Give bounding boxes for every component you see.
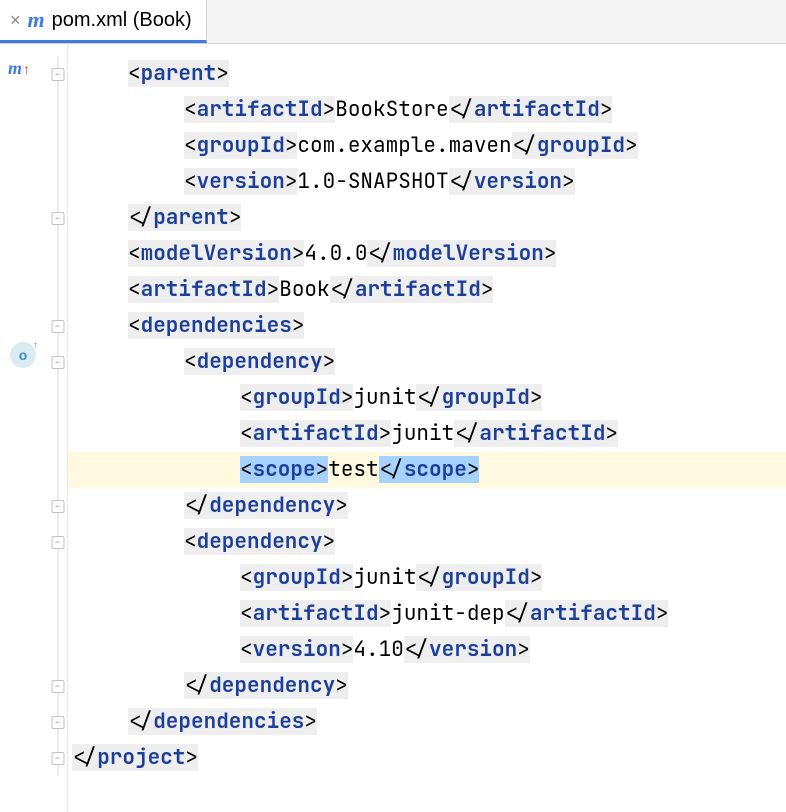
code-line[interactable]: <dependencies> (68, 308, 786, 344)
tab-bar: × m pom.xml (Book) (0, 0, 786, 44)
fold-toggle[interactable]: − (51, 536, 64, 549)
code-line[interactable]: <groupId>junit</groupId> (68, 560, 786, 596)
fold-toggle[interactable]: − (51, 320, 64, 333)
code-line[interactable]: <groupId>junit</groupId> (68, 380, 786, 416)
fold-toggle[interactable]: − (51, 356, 64, 369)
code-line[interactable]: <scope>test</scope> (68, 452, 786, 488)
gutter-refresh-icon[interactable]: o ↑ (10, 342, 36, 368)
fold-toggle[interactable]: − (51, 752, 64, 765)
code-line[interactable]: <parent> (68, 56, 786, 92)
code-line[interactable]: <version>4.10</version> (68, 632, 786, 668)
fold-toggle[interactable]: − (51, 716, 64, 729)
close-icon[interactable]: × (10, 11, 21, 29)
code-line[interactable]: <modelVersion>4.0.0</modelVersion> (68, 236, 786, 272)
code-line[interactable]: <artifactId>BookStore</artifactId> (68, 92, 786, 128)
code-line[interactable]: </project> (68, 740, 786, 776)
code-line[interactable]: <dependency> (68, 344, 786, 380)
code-line[interactable]: <artifactId>Book</artifactId> (68, 272, 786, 308)
code-line[interactable]: <groupId>com.example.maven</groupId> (68, 128, 786, 164)
fold-toggle[interactable]: − (51, 500, 64, 513)
code-line[interactable]: <artifactId>junit</artifactId> (68, 416, 786, 452)
code-line[interactable]: </dependencies> (68, 704, 786, 740)
code-content[interactable]: <parent><artifactId>BookStore</artifactI… (68, 44, 786, 812)
code-line[interactable]: </parent> (68, 200, 786, 236)
fold-toggle[interactable]: − (51, 680, 64, 693)
fold-toggle[interactable]: − (51, 68, 64, 81)
maven-gutter-icon[interactable]: m↑ (8, 58, 30, 79)
gutter: m↑ o ↑ (0, 44, 48, 812)
code-line[interactable]: </dependency> (68, 488, 786, 524)
tab-title: pom.xml (Book) (52, 9, 192, 32)
code-line[interactable]: </dependency> (68, 668, 786, 704)
fold-gutter: − − − − − − − − − (48, 44, 68, 812)
code-line[interactable]: <dependency> (68, 524, 786, 560)
maven-icon: m (28, 7, 45, 33)
fold-toggle[interactable]: − (51, 212, 64, 225)
code-line[interactable]: <artifactId>junit-dep</artifactId> (68, 596, 786, 632)
code-line[interactable]: <version>1.0-SNAPSHOT</version> (68, 164, 786, 200)
editor: m↑ o ↑ − − − − − − − − − <parent><artifa… (0, 44, 786, 812)
editor-tab[interactable]: × m pom.xml (Book) (0, 0, 207, 43)
